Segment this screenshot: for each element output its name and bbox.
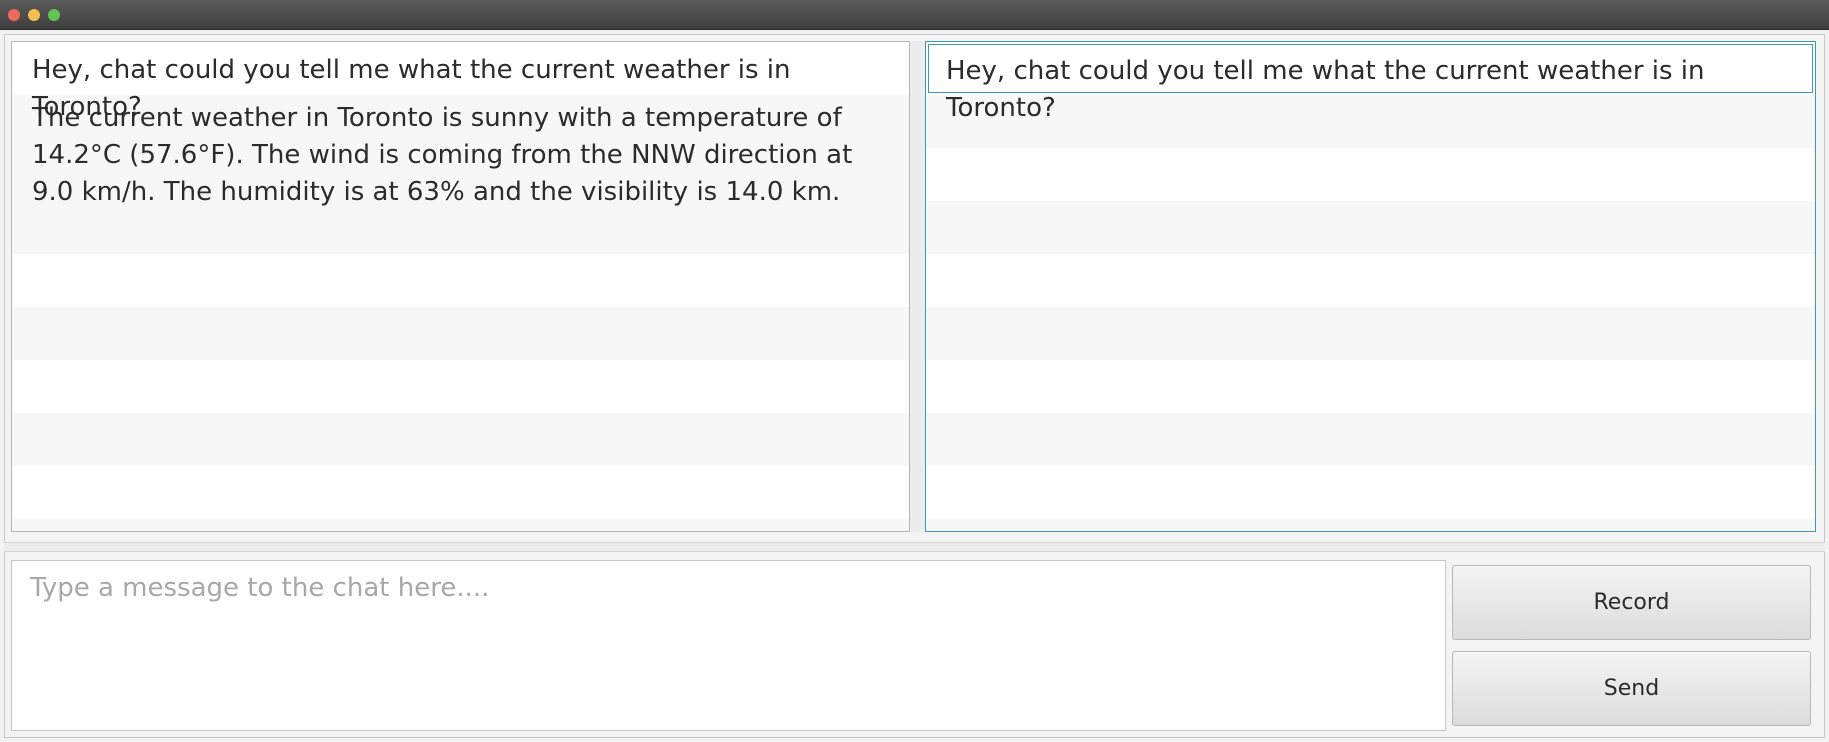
- chat-history-list[interactable]: Hey, chat could you tell me what the cur…: [11, 41, 910, 532]
- close-window-icon[interactable]: [8, 9, 20, 21]
- chat-message-assistant[interactable]: The current weather in Toronto is sunny …: [12, 95, 909, 225]
- message-input[interactable]: [11, 560, 1446, 731]
- saved-prompts-list[interactable]: Hey, chat could you tell me what the cur…: [925, 41, 1816, 532]
- saved-prompt-item[interactable]: Hey, chat could you tell me what the cur…: [928, 44, 1813, 123]
- record-button[interactable]: Record: [1452, 565, 1811, 640]
- chat-message-user[interactable]: Hey, chat could you tell me what the cur…: [12, 42, 909, 122]
- send-button[interactable]: Send: [1452, 651, 1811, 726]
- pane-divider[interactable]: [910, 41, 925, 532]
- title-bar: [0, 0, 1829, 30]
- maximize-window-icon[interactable]: [48, 9, 60, 21]
- horizontal-split-divider[interactable]: [4, 542, 1825, 552]
- app-window: Hey, chat could you tell me what the cur…: [0, 0, 1829, 742]
- minimize-window-icon[interactable]: [28, 9, 40, 21]
